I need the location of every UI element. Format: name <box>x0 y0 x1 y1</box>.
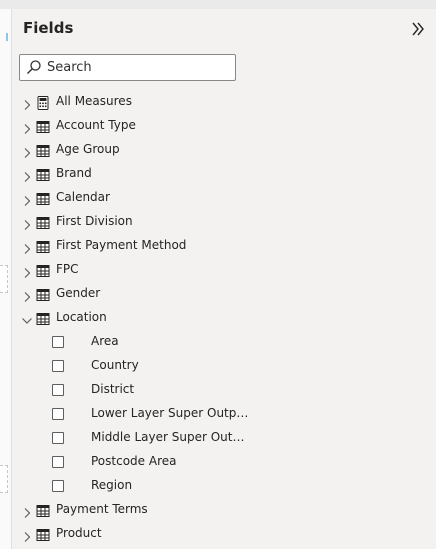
field-name: Lower Layer Super Outpu... <box>91 406 251 420</box>
field-name: Area <box>91 334 119 348</box>
field-name: Middle Layer Super Outp... <box>91 430 251 444</box>
fields-pane: Fields All Measures Account Type Age Group… <box>12 9 436 549</box>
table-row[interactable]: Calendar <box>12 186 436 210</box>
table-name: Age Group <box>56 142 120 156</box>
table-icon <box>36 527 50 541</box>
canvas-edge <box>0 9 12 549</box>
field-row[interactable]: District <box>12 378 436 402</box>
table-name: Payment Terms <box>56 502 148 516</box>
table-icon <box>36 503 50 517</box>
table-row[interactable]: First Payment Method <box>12 234 436 258</box>
table-name: Account Type <box>56 118 136 132</box>
chevron-right-icon[interactable] <box>21 528 33 542</box>
field-checkbox[interactable] <box>52 336 64 348</box>
chevron-right-icon[interactable] <box>21 240 33 254</box>
search-input[interactable] <box>47 58 227 76</box>
canvas-accent <box>6 33 8 41</box>
table-name: Gender <box>56 286 101 300</box>
table-icon <box>36 263 50 277</box>
double-chevron-right-icon[interactable] <box>409 20 427 38</box>
table-icon <box>36 239 50 253</box>
table-name: First Payment Method <box>56 238 187 252</box>
field-checkbox[interactable] <box>52 384 64 396</box>
top-strip <box>0 0 436 9</box>
fields-tree: All Measures Account Type Age Group Brand Ca… <box>12 90 436 546</box>
field-row[interactable]: Region <box>12 474 436 498</box>
field-name: Country <box>91 358 139 372</box>
table-row[interactable]: Product <box>12 522 436 546</box>
table-name: Product <box>56 526 102 540</box>
field-name: Postcode Area <box>91 454 177 468</box>
table-icon <box>36 191 50 205</box>
canvas-visual-placeholder <box>0 265 8 293</box>
search-box[interactable] <box>19 54 236 81</box>
canvas-visual-placeholder <box>0 465 8 493</box>
chevron-right-icon[interactable] <box>21 264 33 278</box>
field-checkbox[interactable] <box>52 480 64 492</box>
table-icon <box>36 215 50 229</box>
calculator-icon <box>36 95 50 110</box>
field-checkbox[interactable] <box>52 456 64 468</box>
table-row[interactable]: Payment Terms <box>12 498 436 522</box>
table-row[interactable]: All Measures <box>12 90 436 114</box>
field-name: District <box>91 382 135 396</box>
field-row[interactable]: Middle Layer Super Outp... <box>12 426 436 450</box>
table-row[interactable]: First Division <box>12 210 436 234</box>
chevron-right-icon[interactable] <box>21 504 33 518</box>
table-icon <box>36 167 50 181</box>
fields-pane-title: Fields <box>23 19 74 37</box>
field-checkbox[interactable] <box>52 360 64 372</box>
table-icon <box>36 119 50 133</box>
table-name: All Measures <box>56 94 132 108</box>
field-name: Region <box>91 478 133 492</box>
table-name: Brand <box>56 166 92 180</box>
chevron-right-icon[interactable] <box>21 216 33 230</box>
chevron-right-icon[interactable] <box>21 144 33 158</box>
table-row[interactable]: Age Group <box>12 138 436 162</box>
table-row[interactable]: Location <box>12 306 436 330</box>
table-icon <box>36 143 50 157</box>
table-icon <box>36 311 50 325</box>
field-row[interactable]: Postcode Area <box>12 450 436 474</box>
field-row[interactable]: Area <box>12 330 436 354</box>
table-name: FPC <box>56 262 79 276</box>
chevron-right-icon[interactable] <box>21 120 33 134</box>
table-name: Location <box>56 310 107 324</box>
table-name: Calendar <box>56 190 110 204</box>
table-row[interactable]: Account Type <box>12 114 436 138</box>
field-row[interactable]: Country <box>12 354 436 378</box>
search-icon <box>26 59 42 75</box>
chevron-right-icon[interactable] <box>21 96 33 110</box>
table-name: First Division <box>56 214 133 228</box>
field-checkbox[interactable] <box>52 432 64 444</box>
chevron-right-icon[interactable] <box>21 192 33 206</box>
chevron-right-icon[interactable] <box>21 288 33 302</box>
chevron-right-icon[interactable] <box>21 168 33 182</box>
table-row[interactable]: Gender <box>12 282 436 306</box>
field-checkbox[interactable] <box>52 408 64 420</box>
field-row[interactable]: Lower Layer Super Outpu... <box>12 402 436 426</box>
table-row[interactable]: Brand <box>12 162 436 186</box>
table-row[interactable]: FPC <box>12 258 436 282</box>
chevron-down-icon[interactable] <box>21 312 33 324</box>
table-icon <box>36 287 50 301</box>
